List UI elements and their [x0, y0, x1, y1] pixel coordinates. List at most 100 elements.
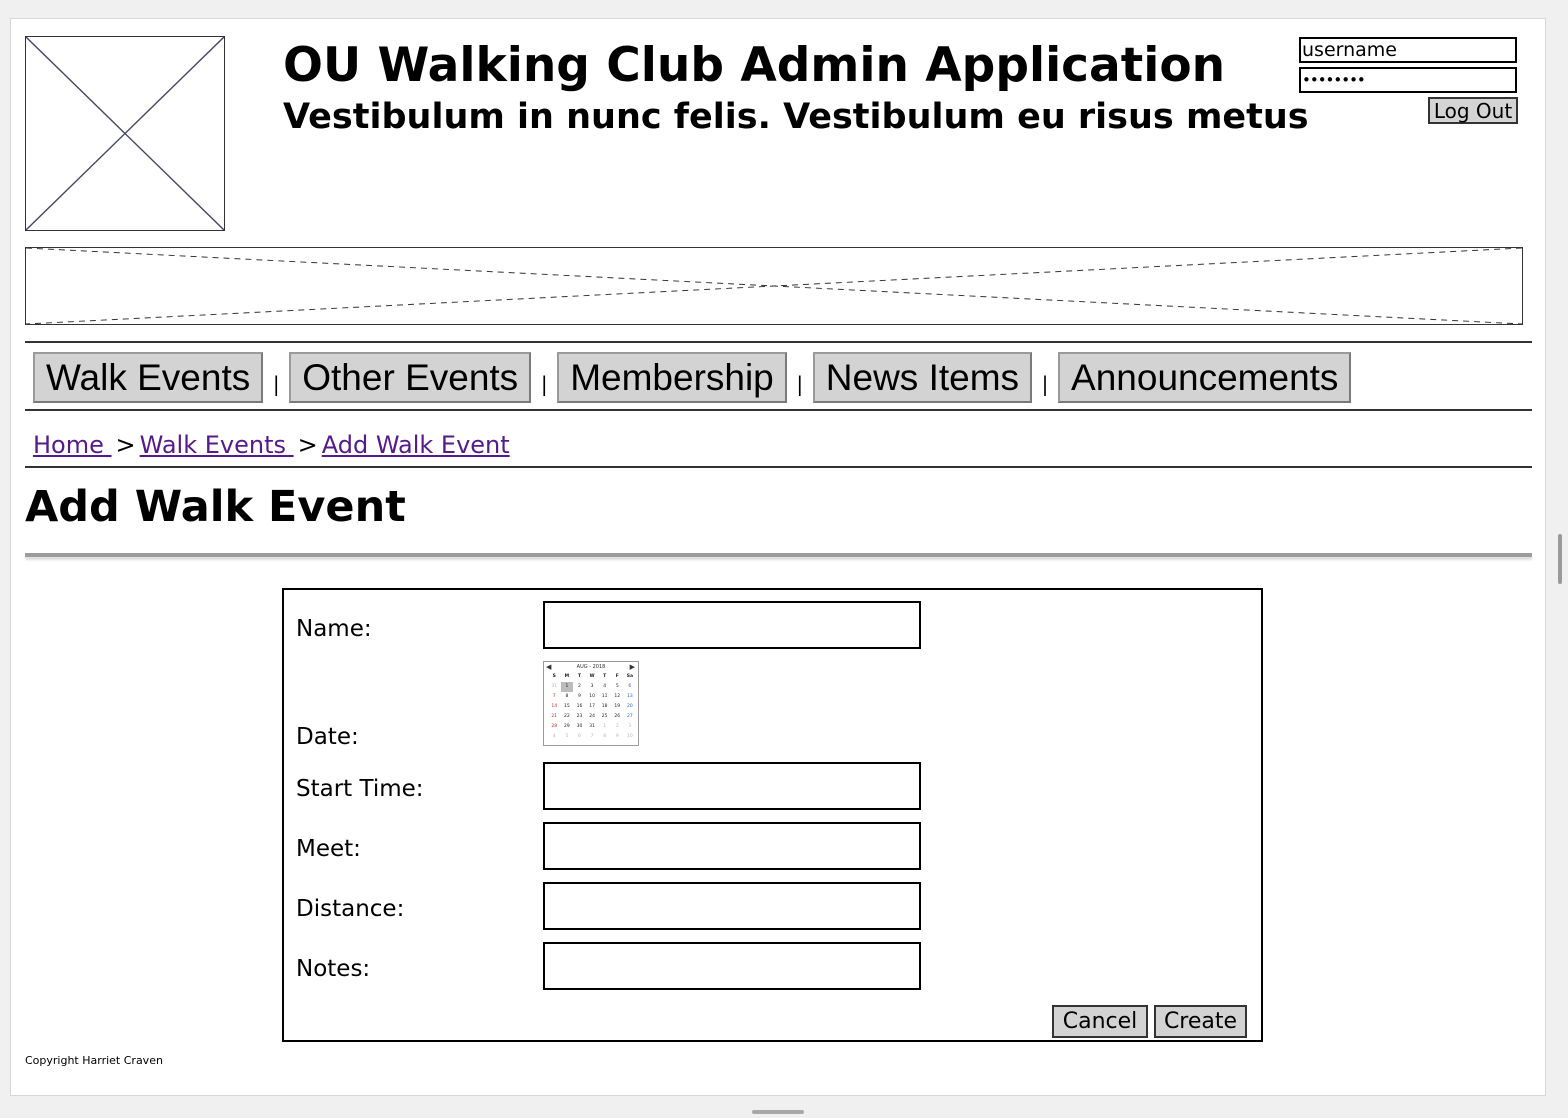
calendar-day[interactable]: 10 — [624, 732, 637, 742]
breadcrumb: Home > Walk Events > Add Walk Event — [33, 427, 510, 463]
calendar-weekday: F — [615, 674, 619, 679]
calendar-weekday: Sa — [626, 674, 633, 679]
nav-separator: | — [1041, 372, 1049, 396]
calendar-day[interactable]: 2 — [573, 682, 586, 692]
nav-separator: | — [272, 372, 280, 396]
calendar-day[interactable]: 29 — [561, 722, 574, 732]
calendar-day[interactable]: 6 — [573, 732, 586, 742]
app-title: OU Walking Club Admin Application — [283, 38, 1226, 93]
calendar-prev-month-icon[interactable]: ◀ — [546, 662, 551, 672]
distance-field[interactable] — [543, 882, 921, 930]
calendar-day[interactable]: 1 — [598, 722, 611, 732]
calendar-day[interactable]: 26 — [611, 712, 624, 722]
calendar-day[interactable]: 15 — [561, 702, 574, 712]
meet-label: Meet: — [296, 836, 361, 862]
calendar-day[interactable]: 9 — [573, 692, 586, 702]
calendar-day[interactable]: 21 — [548, 712, 561, 722]
resize-grip-icon[interactable] — [752, 1110, 804, 1114]
password-field[interactable] — [1299, 67, 1517, 93]
banner-image-placeholder — [25, 247, 1523, 325]
add-walk-event-form: Name: Date: ◀ AUG - 2018 ▶ S M T W T F Sa 31 1 2 3… — [282, 588, 1263, 1042]
create-button[interactable]: Create — [1154, 1005, 1247, 1038]
calendar-day[interactable]: 9 — [611, 732, 624, 742]
page: OU Walking Club Admin Application Vestib… — [10, 18, 1546, 1096]
calendar-day[interactable]: 28 — [548, 722, 561, 732]
calendar-weekday: W — [589, 674, 595, 679]
calendar-day[interactable]: 3 — [624, 722, 637, 732]
calendar-day[interactable]: 8 — [561, 692, 574, 702]
name-label: Name: — [296, 616, 372, 642]
calendar-weekday: T — [577, 674, 582, 679]
start-time-label: Start Time: — [296, 776, 424, 802]
vertical-scrollbar-thumb[interactable] — [1558, 534, 1562, 584]
nav-tab-other-events[interactable]: Other Events — [289, 351, 532, 403]
calendar-header: ◀ AUG - 2018 ▶ — [544, 662, 638, 672]
calendar-day[interactable]: 20 — [624, 702, 637, 712]
main-nav: Walk Events | Other Events | Membership … — [33, 350, 1352, 404]
page-title: Add Walk Event — [25, 482, 406, 532]
calendar-day[interactable]: 11 — [598, 692, 611, 702]
nav-tab-announcements[interactable]: Announcements — [1058, 351, 1352, 403]
nav-separator: | — [796, 372, 804, 396]
meet-field[interactable] — [543, 822, 921, 870]
breadcrumb-add-walk-event-link[interactable]: Add Walk Event — [322, 431, 510, 459]
calendar-day[interactable]: 2 — [611, 722, 624, 732]
calendar-day[interactable]: 19 — [611, 702, 624, 712]
calendar-day[interactable]: 14 — [548, 702, 561, 712]
notes-label: Notes: — [296, 956, 371, 982]
notes-field[interactable] — [543, 942, 921, 990]
calendar-day[interactable]: 1 — [560, 682, 574, 692]
breadcrumb-divider — [25, 466, 1532, 468]
calendar-day[interactable]: 4 — [548, 732, 561, 742]
nav-tab-membership[interactable]: Membership — [557, 351, 787, 403]
calendar-day[interactable]: 31 — [548, 682, 561, 692]
date-label: Date: — [296, 724, 359, 750]
calendar-month-label: AUG - 2018 — [576, 664, 606, 670]
calendar-day[interactable]: 5 — [561, 732, 574, 742]
calendar-day[interactable]: 13 — [624, 692, 637, 702]
breadcrumb-separator: > — [297, 431, 318, 459]
calendar-day[interactable]: 30 — [573, 722, 586, 732]
breadcrumb-home-link[interactable]: Home — [33, 431, 112, 459]
date-picker-calendar[interactable]: ◀ AUG - 2018 ▶ S M T W T F Sa 31 1 2 3 4 5 6 7 8 9 10 11 12… — [543, 661, 639, 746]
app-subtitle: Vestibulum in nunc felis. Vestibulum eu … — [283, 97, 1309, 137]
calendar-day[interactable]: 3 — [586, 682, 599, 692]
calendar-day[interactable]: 31 — [586, 722, 599, 732]
calendar-day[interactable]: 4 — [598, 682, 611, 692]
calendar-day[interactable]: 6 — [624, 682, 637, 692]
calendar-weekday: S — [552, 674, 556, 679]
breadcrumb-separator: > — [115, 431, 136, 459]
logo-image-placeholder — [25, 36, 225, 231]
logout-button[interactable]: Log Out — [1428, 97, 1518, 124]
calendar-day[interactable]: 27 — [624, 712, 637, 722]
calendar-day[interactable]: 8 — [598, 732, 611, 742]
nav-bottom-divider — [25, 409, 1532, 411]
calendar-day[interactable]: 23 — [573, 712, 586, 722]
distance-label: Distance: — [296, 896, 405, 922]
calendar-day[interactable]: 25 — [598, 712, 611, 722]
name-field[interactable] — [543, 601, 921, 649]
calendar-day[interactable]: 10 — [586, 692, 599, 702]
nav-top-divider — [25, 341, 1532, 343]
calendar-day[interactable]: 18 — [598, 702, 611, 712]
nav-tab-walk-events[interactable]: Walk Events — [33, 351, 264, 403]
copyright-text: Copyright Harriet Craven — [25, 1054, 163, 1067]
calendar-day[interactable]: 24 — [586, 712, 599, 722]
calendar-weekday: T — [603, 674, 607, 679]
nav-separator: | — [540, 372, 548, 396]
cancel-button[interactable]: Cancel — [1052, 1005, 1148, 1038]
calendar-day[interactable]: 12 — [611, 692, 624, 702]
username-field[interactable] — [1299, 37, 1517, 63]
nav-tab-news-items[interactable]: News Items — [812, 351, 1033, 403]
calendar-weekday: M — [564, 674, 570, 679]
breadcrumb-walk-events-link[interactable]: Walk Events — [140, 431, 294, 459]
calendar-day[interactable]: 7 — [586, 732, 599, 742]
title-divider — [25, 553, 1532, 557]
calendar-next-month-icon[interactable]: ▶ — [630, 662, 635, 672]
calendar-day[interactable]: 7 — [548, 692, 561, 702]
calendar-day[interactable]: 16 — [573, 702, 586, 712]
calendar-day[interactable]: 22 — [561, 712, 574, 722]
start-time-field[interactable] — [543, 762, 921, 810]
calendar-day[interactable]: 17 — [586, 702, 599, 712]
calendar-day[interactable]: 5 — [611, 682, 624, 692]
